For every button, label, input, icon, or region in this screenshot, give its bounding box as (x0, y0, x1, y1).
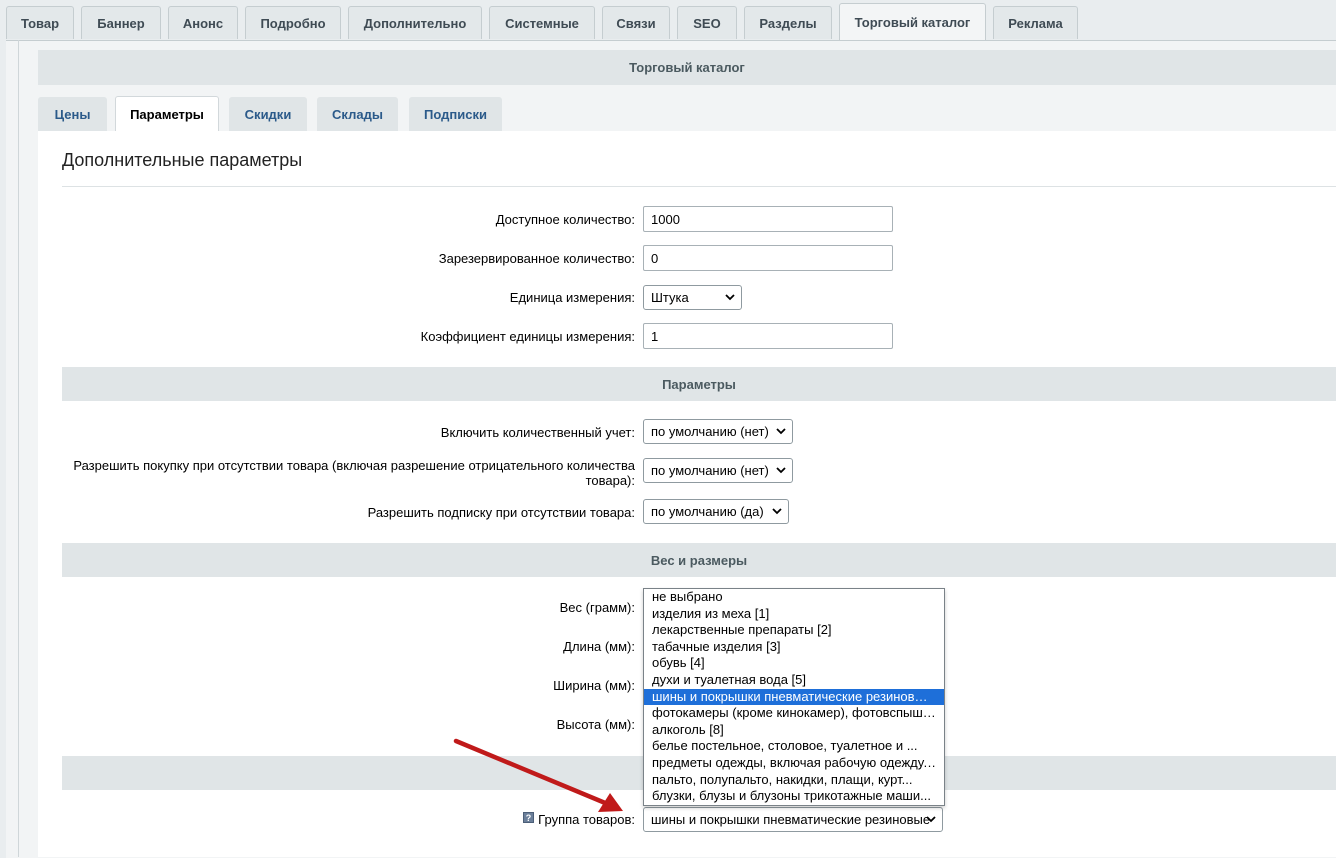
tab-torgovyi-katalog[interactable]: Торговый каталог (839, 3, 986, 40)
left-divider (18, 40, 19, 857)
tab-dopolnitelno[interactable]: Дополнительно (348, 6, 482, 39)
tab-podrobno[interactable]: Подробно (245, 6, 341, 39)
product-group-dropdown[interactable]: не выбрано изделия из меха [1] лекарстве… (643, 588, 945, 806)
dropdown-option[interactable]: духи и туалетная вода [5] (644, 672, 944, 689)
section-header: Торговый каталог (38, 50, 1336, 85)
dropdown-option[interactable]: алкоголь [8] (644, 722, 944, 739)
dropdown-option-highlighted[interactable]: шины и покрышки пневматические резиновые… (644, 688, 944, 706)
subtab-skidki[interactable]: Скидки (229, 97, 307, 131)
tab-banner[interactable]: Баннер (81, 6, 161, 39)
tab-seo[interactable]: SEO (677, 6, 737, 39)
unit-label: Единица измерения: (509, 290, 635, 305)
dropdown-option[interactable]: блузки, блузы и блузоны трикотажные маши… (644, 788, 944, 805)
unit-ratio-input[interactable]: 1 (643, 323, 893, 349)
reserved-qty-label: Зарезервированное количество: (438, 251, 635, 266)
dropdown-option[interactable]: предметы одежды, включая рабочую одежду,… (644, 755, 944, 772)
can-buy-zero-line1: Разрешить покупку при отсутствии товара … (73, 458, 635, 473)
dropdown-option[interactable]: обувь [4] (644, 655, 944, 672)
dropdown-option[interactable]: пальто, полупальто, накидки, плащи, курт… (644, 772, 944, 789)
product-group-select[interactable]: шины и покрышки пневматические резиновые (643, 807, 943, 832)
product-group-value: шины и покрышки пневматические резиновые (651, 812, 931, 827)
dropdown-option[interactable]: белье постельное, столовое, туалетное и … (644, 738, 944, 755)
dropdown-option[interactable]: лекарственные препараты [2] (644, 622, 944, 639)
unit-select-value: Штука (651, 290, 689, 305)
available-qty-label: Доступное количество: (495, 212, 635, 227)
length-label: Длина (мм): (563, 639, 635, 654)
can-buy-zero-select[interactable]: по умолчанию (нет) (643, 458, 793, 483)
dropdown-option[interactable]: не выбрано (644, 589, 944, 606)
subscribe-label: Разрешить подписку при отсутствии товара… (367, 505, 635, 520)
red-arrow-annotation (453, 738, 623, 812)
tab-svyazi[interactable]: Связи (602, 6, 670, 39)
unit-ratio-label: Коэффициент единицы измерения: (420, 329, 635, 344)
dropdown-option[interactable]: фотокамеры (кроме кинокамер), фотовспышк… (644, 705, 944, 722)
chevron-down-icon (776, 467, 786, 474)
dropdown-option[interactable]: табачные изделия [3] (644, 639, 944, 656)
weight-label: Вес (грамм): (559, 600, 635, 615)
can-buy-zero-value: по умолчанию (нет) (651, 463, 769, 478)
subtab-podpiski[interactable]: Подписки (409, 97, 502, 131)
tab-sistemnye[interactable]: Системные (489, 6, 595, 39)
chevron-down-icon (926, 816, 936, 823)
title-divider (62, 186, 1336, 187)
can-buy-zero-line2: товара): (585, 473, 635, 488)
height-label: Высота (мм): (556, 717, 635, 732)
qty-trace-select[interactable]: по умолчанию (нет) (643, 419, 793, 444)
reserved-qty-input[interactable]: 0 (643, 245, 893, 271)
tab-tovar[interactable]: Товар (6, 6, 74, 39)
params-band: Параметры (62, 367, 1336, 401)
page-title: Дополнительные параметры (62, 150, 303, 170)
qty-trace-label: Включить количественный учет: (440, 425, 635, 440)
subtab-parametry[interactable]: Параметры (115, 96, 219, 132)
top-tab-bar: Товар Баннер Анонс Подробно Дополнительн… (0, 0, 1336, 40)
width-label: Ширина (мм): (553, 678, 635, 693)
chevron-down-icon (725, 294, 735, 301)
tab-anons[interactable]: Анонс (168, 6, 238, 39)
weight-band: Вес и размеры (62, 543, 1336, 577)
can-buy-zero-label: Разрешить покупку при отсутствии товара … (73, 458, 635, 488)
subscribe-select[interactable]: по умолчанию (да) (643, 499, 789, 524)
subtab-ceny[interactable]: Цены (38, 97, 107, 131)
chevron-down-icon (776, 428, 786, 435)
subscribe-value: по умолчанию (да) (651, 504, 764, 519)
unit-select[interactable]: Штука (643, 285, 742, 310)
tab-reklama[interactable]: Реклама (993, 6, 1078, 39)
qty-trace-value: по умолчанию (нет) (651, 424, 769, 439)
dropdown-option[interactable]: изделия из меха [1] (644, 606, 944, 623)
chevron-down-icon (772, 508, 782, 515)
tab-razdely[interactable]: Разделы (744, 6, 832, 39)
subtab-sklady[interactable]: Склады (317, 97, 398, 131)
available-qty-input[interactable]: 1000 (643, 206, 893, 232)
